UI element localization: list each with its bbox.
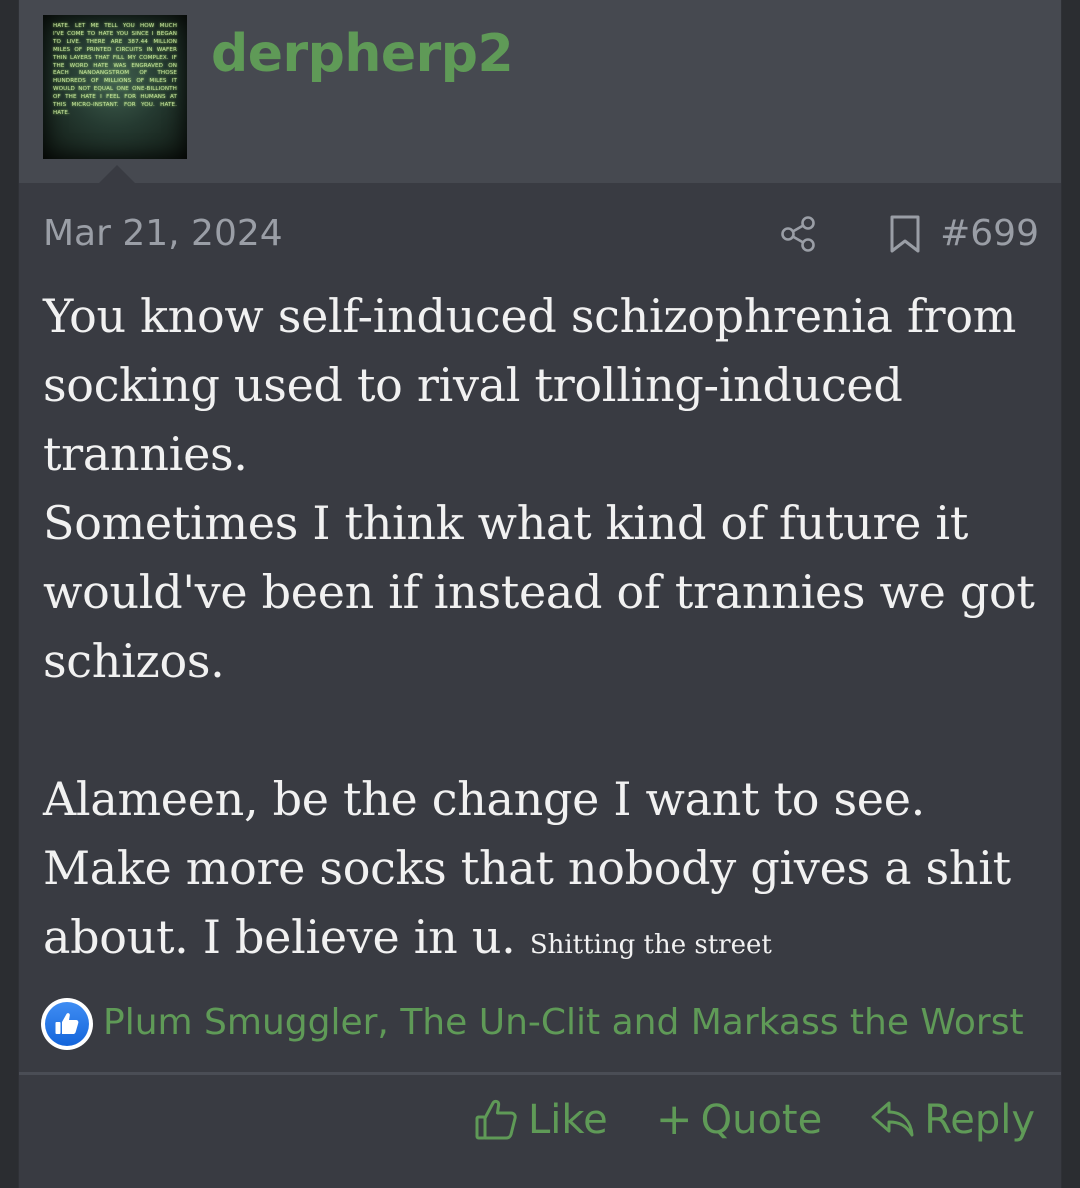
post-message: You know self-induced schizophrenia from… [43, 282, 1043, 980]
message-paragraph: Alameen, be the change I want to see. Ma… [43, 765, 1043, 980]
reply-label: Reply [924, 1097, 1035, 1143]
post-number-link[interactable]: #699 [940, 208, 1039, 260]
reply-button[interactable]: Reply [870, 1092, 1035, 1148]
reply-arrow-icon [871, 1101, 914, 1137]
thumbs-up-icon [55, 1013, 79, 1034]
avatar-text: HATE. LET ME TELL YOU HOW MUCH I'VE COME… [53, 23, 177, 116]
avatar[interactable]: HATE. LET ME TELL YOU HOW MUCH I'VE COME… [43, 15, 187, 159]
post-container: HATE. LET ME TELL YOU HOW MUCH I'VE COME… [18, 0, 1062, 1188]
post-date[interactable]: Mar 21, 2024 [43, 208, 283, 260]
reaction-users-list[interactable]: Plum Smuggler, The Un-Clit and Markass t… [103, 996, 1024, 1050]
username-link[interactable]: derpherp2 [211, 22, 514, 86]
post-meta: Mar 21, 2024 #699 [43, 208, 1039, 260]
reactions-bar[interactable]: Plum Smuggler, The Un-Clit and Markass t… [41, 996, 1051, 1050]
post-actions: Like + Quote Reply [474, 1092, 1035, 1148]
message-last-text: Alameen, be the change I want to see. Ma… [43, 772, 1011, 964]
message-paragraph: Sometimes I think what kind of future it… [43, 496, 1035, 688]
header-pointer-arrow [99, 165, 135, 183]
share-icon[interactable] [779, 214, 819, 254]
like-reaction-badge [41, 998, 93, 1050]
like-label: Like [527, 1097, 608, 1143]
quote-button[interactable]: + Quote [656, 1092, 822, 1148]
footer-divider [19, 1072, 1061, 1075]
bookmark-icon[interactable] [887, 214, 923, 254]
message-paragraph: You know self-induced schizophrenia from… [43, 289, 1017, 481]
user-header: HATE. LET ME TELL YOU HOW MUCH I'VE COME… [19, 0, 1061, 183]
like-button[interactable]: Like [474, 1092, 608, 1148]
quote-label: Quote [700, 1097, 823, 1143]
small-text: Shitting the street [529, 930, 772, 960]
thumbs-up-outline-icon [475, 1099, 517, 1140]
plus-icon: + [655, 1094, 693, 1145]
